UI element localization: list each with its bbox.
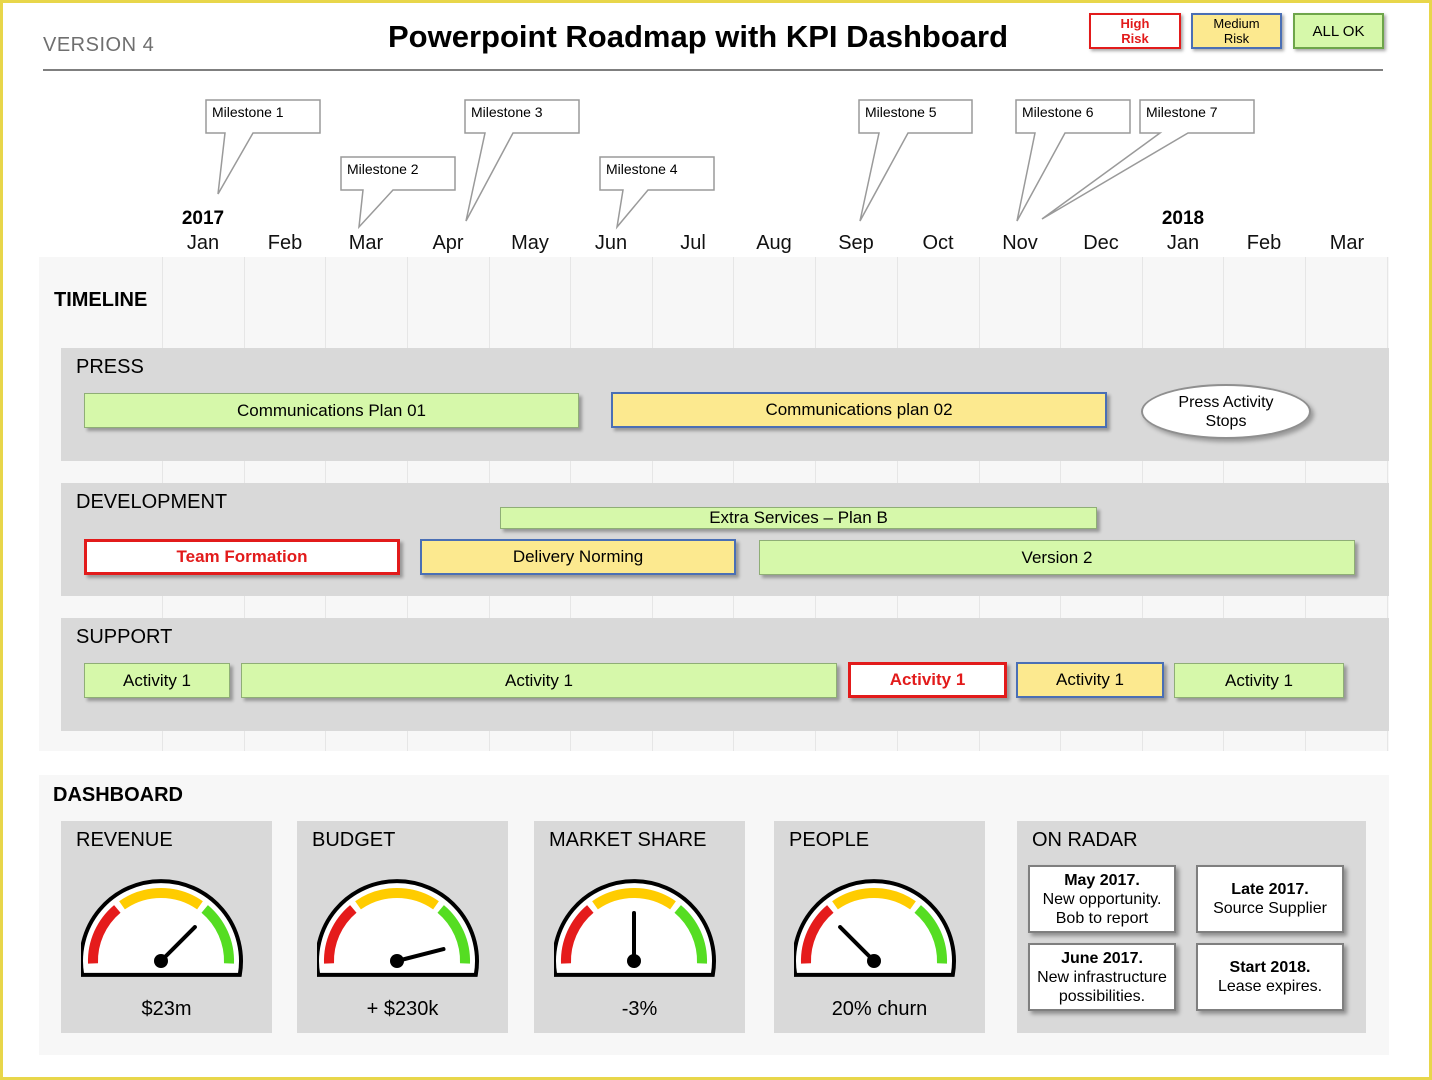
on-radar-title: ON RADAR	[1032, 829, 1138, 851]
gauge-icon	[554, 879, 716, 977]
radar-item[interactable]: Late 2017. Source Supplier	[1196, 865, 1344, 933]
radar-item[interactable]: Start 2018. Lease expires.	[1196, 943, 1344, 1011]
version-2-bar[interactable]: Version 2	[759, 540, 1355, 575]
month-jun-2017: Jun	[594, 232, 628, 254]
support-activity-bar[interactable]: Activity 1	[84, 663, 230, 698]
kpi-card-people: PEOPLE 20% churn	[774, 821, 985, 1033]
milestone-3-label: Milestone 3	[471, 104, 543, 120]
milestone-6-label: Milestone 6	[1022, 104, 1094, 120]
gauge-icon	[794, 879, 956, 977]
kpi-value: $23m	[141, 998, 192, 1020]
month-dec-2017: Dec	[1083, 232, 1119, 254]
support-activity-medium-risk-bar[interactable]: Activity 1	[1016, 662, 1164, 698]
gauge-hub	[390, 954, 404, 968]
communications-plan-01-bar[interactable]: Communications Plan 01	[84, 393, 579, 428]
press-row-label: PRESS	[76, 356, 144, 378]
milestone-7-label: Milestone 7	[1146, 104, 1218, 120]
year-2017: 2017	[181, 208, 225, 229]
radar-item-heading: June 2017.	[1061, 949, 1143, 967]
extra-services-plan-b-bar[interactable]: Extra Services – Plan B	[500, 507, 1097, 529]
month-feb-2017: Feb	[267, 232, 303, 254]
radar-item-text: New infrastructure	[1037, 968, 1167, 986]
kpi-title: PEOPLE	[789, 829, 870, 851]
support-activity-bar[interactable]: Activity 1	[241, 663, 837, 698]
kpi-title: MARKET SHARE	[549, 829, 707, 851]
kpi-value: 20% churn	[831, 998, 928, 1020]
month-oct-2017: Oct	[922, 232, 954, 254]
press-ellipse-line2: Stops	[1205, 412, 1247, 430]
gauge-hub	[867, 954, 881, 968]
radar-item-text: New opportunity.	[1042, 890, 1162, 908]
radar-item-heading: May 2017.	[1064, 871, 1140, 889]
delivery-norming-bar[interactable]: Delivery Norming	[420, 539, 736, 575]
timeline-section-label: TIMELINE	[54, 289, 148, 311]
kpi-card-budget: BUDGET + $230k	[297, 821, 508, 1033]
month-aug-2017: Aug	[756, 232, 792, 254]
development-row-label: DEVELOPMENT	[76, 491, 228, 513]
month-apr-2017: Apr	[432, 232, 464, 254]
milestone-5-label: Milestone 5	[865, 104, 937, 120]
milestone-4-label: Milestone 4	[606, 161, 678, 177]
gauge-hub	[154, 954, 168, 968]
gauge-icon	[81, 879, 243, 977]
gauge-icon	[317, 879, 479, 977]
month-sep-2017: Sep	[838, 232, 874, 254]
radar-item-heading: Late 2017.	[1231, 881, 1309, 898]
milestone-1-label: Milestone 1	[212, 104, 284, 120]
kpi-card-revenue: REVENUE $23m	[61, 821, 272, 1033]
radar-item-text: Bob to report	[1055, 909, 1149, 927]
month-jul-2017: Jul	[680, 232, 706, 254]
support-activity-bar[interactable]: Activity 1	[1174, 663, 1344, 698]
year-2018: 2018	[1161, 208, 1205, 229]
month-nov-2017: Nov	[1002, 232, 1038, 254]
milestone-2-label: Milestone 2	[347, 161, 419, 177]
kpi-title: REVENUE	[76, 829, 173, 851]
press-activity-stops-ellipse[interactable]: Press Activity Stops	[1141, 384, 1311, 439]
month-jan-2018: Jan	[1166, 232, 1200, 254]
month-mar-2018: Mar	[1329, 232, 1365, 254]
dashboard-section-label: DASHBOARD	[53, 784, 183, 806]
kpi-value: + $230k	[366, 998, 439, 1020]
support-activity-high-risk-bar[interactable]: Activity 1	[848, 662, 1007, 698]
radar-item-heading: Start 2018.	[1229, 959, 1311, 976]
press-ellipse-line1: Press Activity	[1178, 393, 1274, 411]
communications-plan-02-bar[interactable]: Communications plan 02	[611, 392, 1107, 428]
kpi-title: BUDGET	[312, 829, 396, 851]
radar-item-text: Lease expires.	[1217, 978, 1323, 995]
roadmap-slide: VERSION 4 Powerpoint Roadmap with KPI Da…	[0, 0, 1432, 1080]
month-mar-2017: Mar	[348, 232, 384, 254]
team-formation-bar[interactable]: Team Formation	[84, 539, 400, 575]
month-jan-2017: Jan	[186, 232, 220, 254]
kpi-card-market-share: MARKET SHARE -3%	[534, 821, 745, 1033]
support-row-label: SUPPORT	[76, 626, 173, 648]
month-may-2017: May	[511, 232, 549, 254]
gauge-hub	[627, 954, 641, 968]
kpi-value: -3%	[621, 998, 658, 1020]
radar-item[interactable]: June 2017. New infrastructure possibilit…	[1028, 943, 1176, 1011]
radar-item-text: Source Supplier	[1213, 900, 1327, 917]
radar-item[interactable]: May 2017. New opportunity. Bob to report	[1028, 865, 1176, 933]
radar-item-text: possibilities.	[1058, 987, 1146, 1005]
month-feb-2018: Feb	[1246, 232, 1282, 254]
